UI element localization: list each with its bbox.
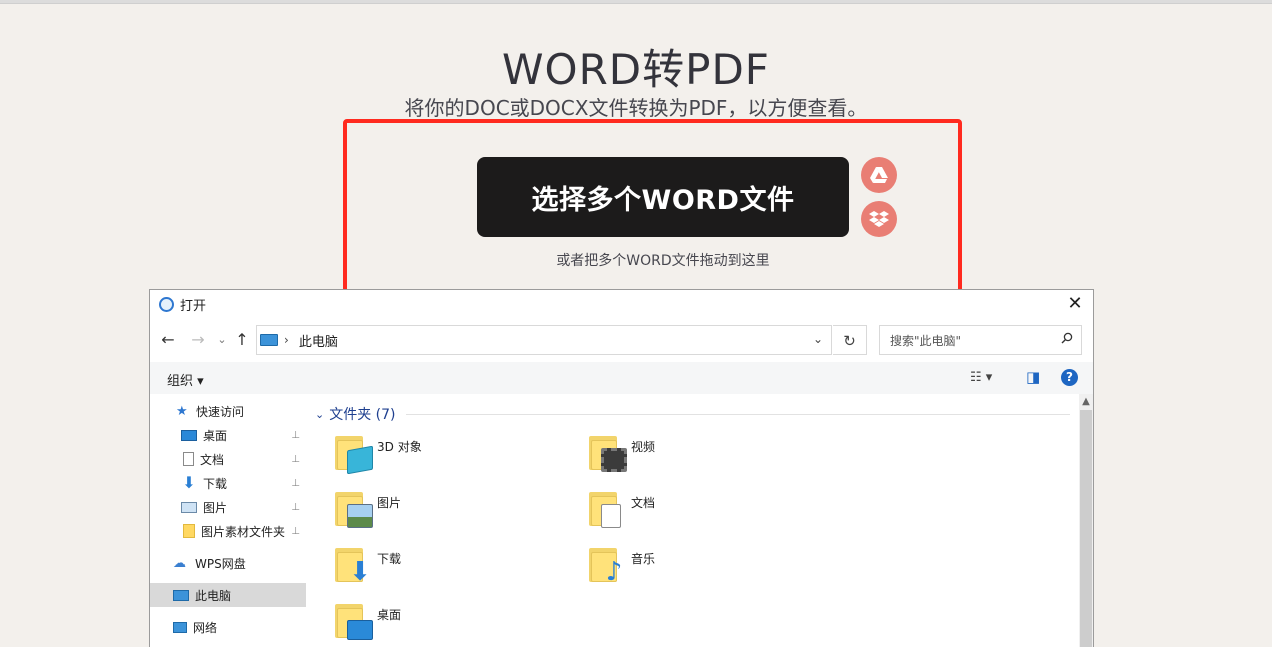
folder-item-music[interactable]: ♪ 音乐	[587, 544, 827, 596]
sidebar-item-label: 快速访问	[196, 404, 245, 419]
search-input[interactable]: 搜索"此电脑"	[890, 332, 1061, 349]
folder-icon	[183, 524, 195, 538]
videos-icon	[587, 432, 627, 472]
page-subtitle: 将你的DOC或DOCX文件转换为PDF，以方便查看。	[404, 96, 868, 120]
folder-item-3d-objects[interactable]: 3D 对象	[333, 432, 573, 484]
network-icon	[173, 621, 187, 633]
sidebar-item-label: 下载	[203, 476, 228, 491]
refresh-button[interactable]: ↻	[833, 325, 867, 355]
search-icon	[1061, 332, 1073, 348]
file-list: ⌄ 文件夹 (7) 3D 对象 视频 图片 文档 ⬇ 下载 ♪ 音乐 桌面	[309, 394, 1079, 647]
select-files-button[interactable]: 选择多个WORD文件	[477, 157, 849, 237]
folder-name: 音乐	[631, 552, 656, 566]
sidebar-item-label: 此电脑	[195, 588, 232, 603]
folder-item-desktop[interactable]: 桌面	[333, 600, 573, 647]
desktop-icon	[181, 429, 197, 441]
folder-item-downloads[interactable]: ⬇ 下载	[333, 544, 573, 596]
sidebar-item-label: 网络	[193, 620, 218, 635]
scroll-up-arrow-icon[interactable]: ▲	[1079, 396, 1093, 407]
sidebar-item-wps-cloud[interactable]: ☁ WPS网盘	[150, 551, 306, 575]
3d-objects-icon	[333, 432, 373, 475]
pin-icon: ⊥	[291, 525, 300, 537]
google-drive-button[interactable]	[861, 157, 897, 193]
pin-icon: ⊥	[291, 501, 300, 513]
up-arrow-icon[interactable]: ↑	[232, 328, 252, 352]
folders-group-header[interactable]: ⌄ 文件夹 (7)	[315, 404, 396, 424]
scrollbar-thumb[interactable]	[1080, 410, 1092, 647]
star-icon: ★	[176, 404, 188, 419]
folder-name: 3D 对象	[377, 440, 422, 454]
forward-arrow-icon[interactable]: →	[188, 328, 208, 352]
help-icon[interactable]: ?	[1061, 369, 1078, 386]
google-drive-icon	[870, 167, 888, 183]
computer-icon	[260, 334, 278, 346]
dropbox-icon	[869, 211, 889, 227]
group-divider	[406, 414, 1070, 415]
sidebar-item-label: 文档	[200, 452, 225, 467]
desktop-folder-icon	[333, 600, 373, 640]
chevron-down-icon: ⌄	[315, 407, 325, 421]
folder-item-pictures[interactable]: 图片	[333, 488, 573, 540]
top-divider	[0, 0, 1272, 4]
sidebar-item-documents[interactable]: 文档 ⊥	[150, 447, 306, 471]
dialog-title: 打开	[180, 298, 207, 314]
computer-icon	[173, 589, 189, 601]
sidebar-item-pictures[interactable]: 图片 ⊥	[150, 495, 306, 519]
breadcrumb-location[interactable]: 此电脑	[299, 331, 338, 350]
sidebar-item-label: WPS网盘	[195, 556, 246, 571]
open-file-dialog: 打开 ✕ ← → ⌄ ↑ › 此电脑 ⌄ ↻ 搜索"此电脑" 组织 ▾ ☷ ▾ …	[149, 289, 1094, 647]
drop-hint: 或者把多个WORD文件拖动到这里	[556, 253, 770, 269]
pin-icon: ⊥	[291, 453, 300, 465]
close-button[interactable]: ✕	[1063, 292, 1087, 316]
search-box[interactable]: 搜索"此电脑"	[879, 325, 1082, 355]
address-dropdown-icon[interactable]: ⌄	[813, 332, 823, 346]
folder-name: 文档	[631, 496, 656, 510]
vertical-scrollbar[interactable]: ▲	[1079, 394, 1093, 647]
sidebar-item-desktop[interactable]: 桌面 ⊥	[150, 423, 306, 447]
sidebar-item-label: 图片素材文件夹	[201, 524, 286, 539]
picture-icon	[181, 501, 197, 513]
page-title: WORD转PDF	[502, 45, 770, 94]
folder-name: 图片	[377, 496, 402, 510]
sidebar-item-this-pc[interactable]: 此电脑	[150, 583, 306, 607]
folder-name: 桌面	[377, 608, 402, 622]
preview-pane-icon[interactable]: ◨	[1026, 368, 1040, 386]
downloads-icon: ⬇	[333, 544, 371, 585]
document-icon	[183, 452, 194, 466]
sidebar-item-network[interactable]: 网络	[150, 615, 306, 639]
organize-menu[interactable]: 组织 ▾	[167, 370, 204, 389]
documents-icon	[587, 488, 623, 528]
pin-icon: ⊥	[291, 477, 300, 489]
dialog-titlebar: 打开 ✕	[150, 290, 1093, 318]
recent-locations-icon[interactable]: ⌄	[212, 328, 232, 352]
folder-item-documents[interactable]: 文档	[587, 488, 827, 540]
breadcrumb-separator: ›	[284, 333, 289, 347]
music-icon: ♪	[587, 544, 623, 585]
sidebar-item-quick-access[interactable]: ★ 快速访问	[150, 399, 306, 423]
navigation-bar: ← → ⌄ ↑ › 此电脑 ⌄ ↻ 搜索"此电脑"	[150, 324, 1093, 356]
sidebar-item-downloads[interactable]: ⬇ 下载 ⊥	[150, 471, 306, 495]
view-options-icon[interactable]: ☷ ▾	[970, 370, 992, 385]
pictures-icon	[333, 488, 373, 528]
pin-icon: ⊥	[291, 429, 300, 441]
command-bar: 组织 ▾ ☷ ▾ ◨ ?	[150, 362, 1093, 394]
sidebar-item-image-folder[interactable]: 图片素材文件夹 ⊥	[150, 519, 306, 543]
address-bar[interactable]: › 此电脑 ⌄	[256, 325, 832, 355]
group-header-label: 文件夹 (7)	[329, 407, 396, 423]
dropbox-button[interactable]	[861, 201, 897, 237]
folder-name: 视频	[631, 440, 656, 454]
cloud-icon: ☁	[173, 556, 186, 571]
download-icon: ⬇	[182, 473, 196, 492]
sidebar-item-label: 桌面	[203, 428, 228, 443]
navigation-pane: ★ 快速访问 桌面 ⊥ 文档 ⊥ ⬇ 下载 ⊥ 图片 ⊥ 图片素材文件夹 ⊥ ☁…	[150, 394, 306, 647]
app-icon	[159, 296, 174, 312]
folder-name: 下载	[377, 552, 402, 566]
back-arrow-icon[interactable]: ←	[158, 328, 178, 352]
folder-item-videos[interactable]: 视频	[587, 432, 827, 484]
sidebar-item-label: 图片	[203, 500, 228, 515]
